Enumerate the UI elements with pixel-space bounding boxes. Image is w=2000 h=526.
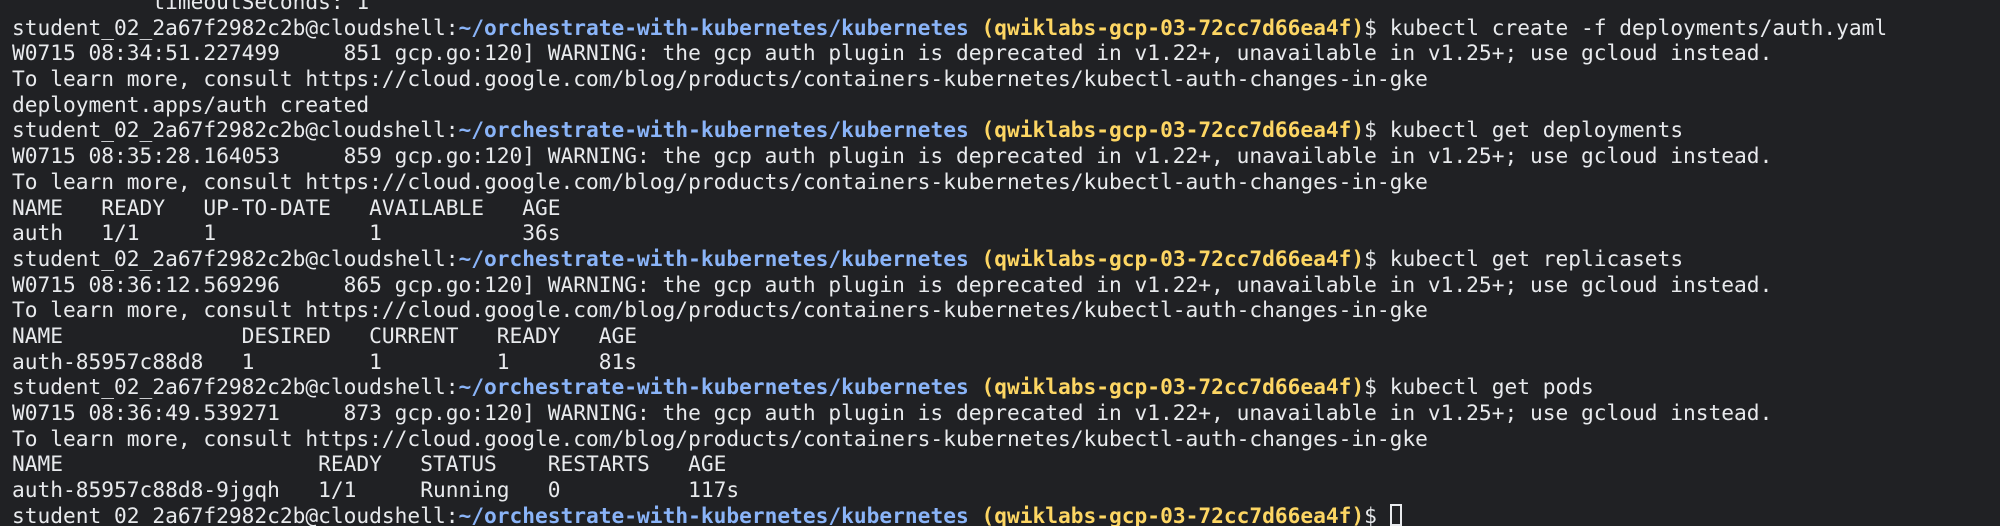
output-line: To learn more, consult https://cloud.goo… (12, 426, 1887, 452)
prompt-user-host: student_02_2a67f2982c2b@cloudshell: (12, 374, 459, 400)
cloud-shell-terminal[interactable]: timeoutSeconds: 1 student_02_2a67f2982c2b… (0, 0, 2000, 526)
prompt-line: student_02_2a67f2982c2b@cloudshell:~/orc… (12, 15, 1887, 41)
prompt-user-host: student_02_2a67f2982c2b@cloudshell: (12, 14, 459, 40)
prompt-path: ~/orchestrate-with-kubernetes/kubernetes (458, 117, 969, 143)
prompt-user-host: student_02_2a67f2982c2b@cloudshell: (12, 502, 459, 526)
output-text: auth 1/1 1 1 36s (12, 220, 561, 246)
prompt-line: student_02_2a67f2982c2b@cloudshell:~/orc… (12, 503, 1887, 526)
output-text: NAME READY STATUS RESTARTS AGE (12, 451, 727, 477)
output-line: auth 1/1 1 1 36s (12, 220, 1887, 246)
prompt-path: ~/orchestrate-with-kubernetes/kubernetes (458, 374, 969, 400)
prompt-line: student_02_2a67f2982c2b@cloudshell:~/orc… (12, 246, 1887, 272)
text-cursor (1389, 503, 1402, 526)
output-text: NAME DESIRED CURRENT READY AGE (12, 322, 638, 348)
output-text: timeoutSeconds: 1 (12, 0, 370, 14)
prompt-user-host: student_02_2a67f2982c2b@cloudshell: (12, 245, 459, 271)
prompt-line: student_02_2a67f2982c2b@cloudshell:~/orc… (12, 117, 1887, 143)
output-line: NAME READY UP-TO-DATE AVAILABLE AGE (12, 195, 1887, 221)
output-text: W0715 08:35:28.164053 859 gcp.go:120] WA… (12, 143, 1773, 169)
prompt-path: ~/orchestrate-with-kubernetes/kubernetes (458, 245, 969, 271)
output-text: NAME READY UP-TO-DATE AVAILABLE AGE (12, 194, 561, 220)
output-text: To learn more, consult https://cloud.goo… (12, 297, 1428, 323)
prompt-line: student_02_2a67f2982c2b@cloudshell:~/orc… (12, 374, 1887, 400)
output-text: deployment.apps/auth created (12, 91, 370, 117)
output-text: To learn more, consult https://cloud.goo… (12, 425, 1428, 451)
output-line: auth-85957c88d8-9jgqh 1/1 Running 0 117s (12, 477, 1887, 503)
prompt-path: ~/orchestrate-with-kubernetes/kubernetes (458, 502, 969, 526)
prompt-user-host: student_02_2a67f2982c2b@cloudshell: (12, 117, 459, 143)
command-text: kubectl create -f deployments/auth.yaml (1389, 14, 1888, 40)
prompt-symbol: $ (1364, 245, 1390, 271)
output-line: NAME DESIRED CURRENT READY AGE (12, 323, 1887, 349)
command-text: kubectl get deployments (1389, 117, 1684, 143)
output-line: W0715 08:34:51.227499 851 gcp.go:120] WA… (12, 40, 1887, 66)
output-line: To learn more, consult https://cloud.goo… (12, 297, 1887, 323)
command-text: kubectl get pods (1389, 374, 1594, 400)
terminal-output: timeoutSeconds: 1 student_02_2a67f2982c2b… (12, 0, 1887, 526)
output-line: auth-85957c88d8 1 1 1 81s (12, 349, 1887, 375)
output-line: To learn more, consult https://cloud.goo… (12, 169, 1887, 195)
output-text: To learn more, consult https://cloud.goo… (12, 66, 1428, 92)
output-text: W0715 08:34:51.227499 851 gcp.go:120] WA… (12, 40, 1773, 66)
output-text: To learn more, consult https://cloud.goo… (12, 168, 1428, 194)
output-line: W0715 08:36:12.569296 865 gcp.go:120] WA… (12, 272, 1887, 298)
prompt-symbol: $ (1364, 502, 1390, 526)
output-text: W0715 08:36:12.569296 865 gcp.go:120] WA… (12, 271, 1773, 297)
prompt-path: ~/orchestrate-with-kubernetes/kubernetes (458, 14, 969, 40)
prompt-project: (qwiklabs-gcp-03-72cc7d66ea4f) (981, 14, 1365, 40)
prompt-project: (qwiklabs-gcp-03-72cc7d66ea4f) (981, 117, 1365, 143)
output-line: W0715 08:36:49.539271 873 gcp.go:120] WA… (12, 400, 1887, 426)
output-line: W0715 08:35:28.164053 859 gcp.go:120] WA… (12, 143, 1887, 169)
prompt-symbol: $ (1364, 14, 1390, 40)
prompt-project: (qwiklabs-gcp-03-72cc7d66ea4f) (981, 374, 1365, 400)
prompt-project: (qwiklabs-gcp-03-72cc7d66ea4f) (981, 245, 1365, 271)
prompt-project: (qwiklabs-gcp-03-72cc7d66ea4f) (981, 502, 1365, 526)
output-line: NAME READY STATUS RESTARTS AGE (12, 451, 1887, 477)
output-line: timeoutSeconds: 1 (12, 0, 1887, 15)
output-line: To learn more, consult https://cloud.goo… (12, 66, 1887, 92)
output-line: deployment.apps/auth created (12, 92, 1887, 118)
command-text: kubectl get replicasets (1389, 245, 1684, 271)
output-text: W0715 08:36:49.539271 873 gcp.go:120] WA… (12, 400, 1773, 425)
prompt-symbol: $ (1364, 374, 1390, 400)
prompt-symbol: $ (1364, 117, 1390, 143)
output-text: auth-85957c88d8-9jgqh 1/1 Running 0 117s (12, 477, 740, 503)
output-text: auth-85957c88d8 1 1 1 81s (12, 348, 638, 374)
